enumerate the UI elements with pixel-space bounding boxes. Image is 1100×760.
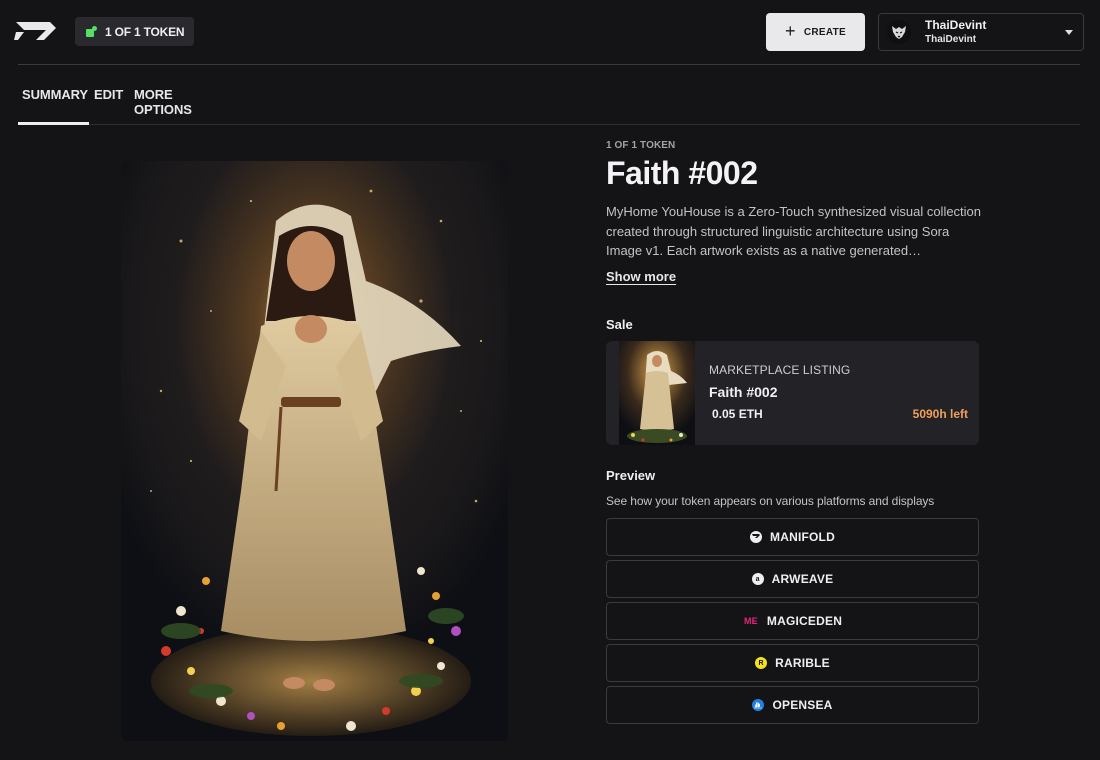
sale-section-label: Sale: [606, 317, 633, 332]
account-handle: ThaiDevint: [925, 34, 977, 46]
create-button-label: CREATE: [803, 26, 846, 38]
listing-time-left: 5090h left: [912, 407, 968, 421]
manifold-icon: [750, 531, 763, 543]
arweave-icon: a: [751, 573, 764, 585]
avatar: [887, 20, 911, 44]
preview-opensea-label: OPENSEA: [772, 698, 833, 712]
token-status-icon: [85, 25, 97, 38]
artwork-image: [121, 161, 508, 741]
opensea-icon: [752, 699, 765, 711]
preview-subtitle: See how your token appears on various pl…: [606, 494, 935, 508]
wolf-avatar-icon: [892, 26, 906, 39]
tab-divider: [18, 124, 1080, 125]
token-type-chip: 1 OF 1 TOKEN: [75, 17, 195, 46]
top-bar: 1 OF 1 TOKEN + CREATE ThaiDevint ThaiDev…: [0, 0, 1100, 64]
active-tab-indicator: [18, 122, 89, 125]
listing-token-name: Faith #002: [709, 384, 778, 400]
token-chip-label: 1 OF 1 TOKEN: [105, 24, 185, 39]
preview-magiceden-button[interactable]: ME MAGICEDEN: [606, 602, 979, 640]
sale-listing-card[interactable]: MARKETPLACE LISTING Faith #002 0.05 ETH …: [606, 341, 979, 445]
tab-more-options[interactable]: MORE OPTIONS: [130, 84, 230, 117]
magiceden-icon: ME: [743, 616, 758, 626]
preview-magiceden-label: MAGICEDEN: [766, 614, 843, 628]
listing-price: 0.05 ETH: [712, 407, 763, 421]
account-menu[interactable]: ThaiDevint ThaiDevint: [878, 13, 1084, 51]
preview-rarible-button[interactable]: R RARIBLE: [606, 644, 979, 682]
token-description: MyHome YouHouse is a Zero-Touch synthesi…: [606, 204, 982, 258]
token-artwork[interactable]: [121, 161, 508, 741]
account-name: ThaiDevint: [925, 17, 987, 32]
preview-rarible-label: RARIBLE: [775, 656, 830, 670]
preview-arweave-label: ARWEAVE: [771, 572, 834, 586]
token-details: 1 OF 1 TOKEN Faith #002 MyHome YouHouse …: [606, 140, 981, 724]
token-title: Faith #002: [606, 155, 758, 191]
show-more-link[interactable]: Show more: [606, 269, 676, 284]
plus-icon: +: [785, 21, 796, 41]
tab-edit[interactable]: EDIT: [90, 84, 130, 117]
tab-bar: SUMMARY EDIT MORE OPTIONS: [18, 84, 230, 117]
listing-type-label: MARKETPLACE LISTING: [709, 363, 851, 377]
preview-section-label: Preview: [606, 468, 656, 483]
create-button[interactable]: + CREATE: [766, 13, 865, 51]
preview-opensea-button[interactable]: OPENSEA: [606, 686, 979, 724]
preview-manifold-button[interactable]: MANIFOLD: [606, 518, 979, 556]
preview-manifold-label: MANIFOLD: [770, 530, 835, 544]
sale-thumbnail: [619, 341, 695, 445]
page: 1 OF 1 TOKEN + CREATE ThaiDevint ThaiDev…: [0, 0, 1100, 760]
chevron-down-icon: [1065, 30, 1073, 35]
manifold-logo-icon[interactable]: [14, 18, 58, 44]
top-divider: [18, 64, 1080, 65]
preview-arweave-button[interactable]: a ARWEAVE: [606, 560, 979, 598]
token-edition-label: 1 OF 1 TOKEN: [606, 140, 676, 151]
tab-summary[interactable]: SUMMARY: [18, 84, 90, 117]
rarible-icon: R: [755, 657, 768, 669]
